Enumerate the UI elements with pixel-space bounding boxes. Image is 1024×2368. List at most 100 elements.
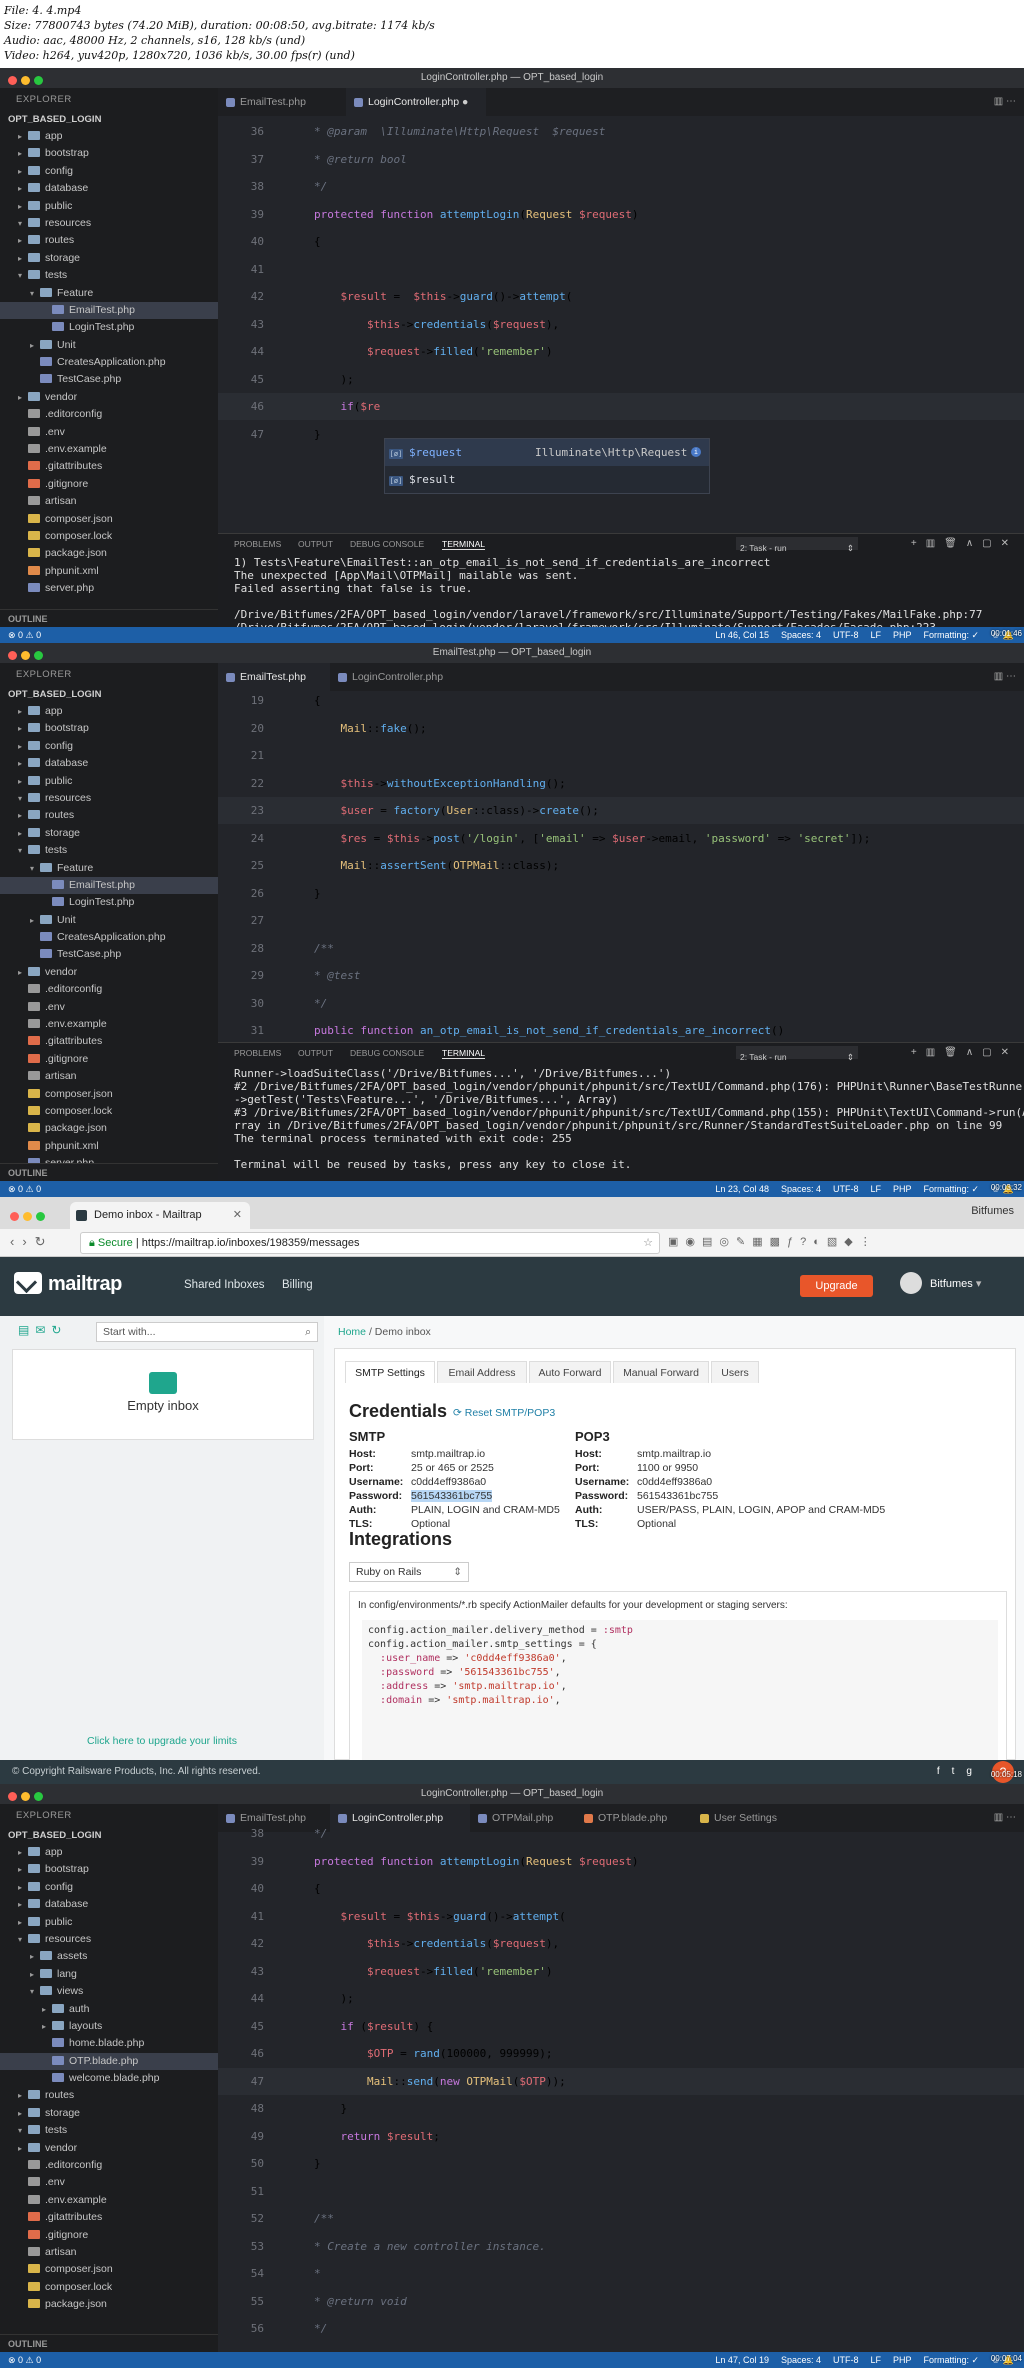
tree-item[interactable]: .gitignore bbox=[0, 476, 218, 493]
status-item[interactable]: Formatting: ✓ bbox=[924, 2355, 980, 2365]
close-window-button[interactable] bbox=[8, 651, 17, 660]
tree-item[interactable]: ▸ app bbox=[0, 703, 218, 720]
tree-item[interactable]: ▾ tests bbox=[0, 842, 218, 859]
breadcrumb-home[interactable]: Home bbox=[338, 1326, 366, 1338]
code-line[interactable]: 38 */ bbox=[218, 173, 1024, 200]
code-line[interactable]: 43 $request->filled('remember') bbox=[218, 1958, 1024, 1985]
extension-icons[interactable]: ▣◉▤◎✎▦▩ƒ?◐▧◆⋮ bbox=[668, 1235, 878, 1248]
maximize-window-button[interactable] bbox=[34, 1792, 43, 1801]
code-line[interactable]: 45 if ($result) { bbox=[218, 2013, 1024, 2040]
tree-item[interactable]: .env.example bbox=[0, 441, 218, 458]
code-line[interactable]: 37 * @return bool bbox=[218, 146, 1024, 173]
tree-item[interactable]: ▸ config bbox=[0, 1879, 218, 1896]
task-select[interactable]: 2: Task - run ⇕ bbox=[736, 537, 858, 553]
tree-item[interactable]: ▸ vendor bbox=[0, 389, 218, 406]
tree-item[interactable]: CreatesApplication.php bbox=[0, 929, 218, 946]
status-item[interactable]: Spaces: 4 bbox=[781, 630, 821, 640]
terminal-output[interactable]: Runner->loadSuiteClass('/Drive/Bitfumes.… bbox=[234, 1067, 1024, 1171]
tree-item[interactable]: .env bbox=[0, 424, 218, 441]
tree-item[interactable]: ▸ vendor bbox=[0, 964, 218, 981]
minimize-window-button[interactable] bbox=[21, 76, 30, 85]
tab-terminal[interactable]: TERMINAL bbox=[442, 1048, 485, 1059]
status-item[interactable]: PHP bbox=[893, 630, 912, 640]
status-item[interactable]: Spaces: 4 bbox=[781, 1184, 821, 1194]
status-item[interactable]: Ln 47, Col 19 bbox=[715, 2355, 769, 2365]
tree-item[interactable]: TestCase.php bbox=[0, 371, 218, 388]
tree-item[interactable]: ▸ routes bbox=[0, 2087, 218, 2104]
code-line[interactable]: 54 * bbox=[218, 2260, 1024, 2287]
tree-item[interactable]: ▸ config bbox=[0, 163, 218, 180]
tree-item[interactable]: ▸ database bbox=[0, 180, 218, 197]
problems-count[interactable]: ⊗ 0 ⚠ 0 bbox=[8, 1181, 41, 1197]
code-line[interactable]: 56 */ bbox=[218, 2315, 1024, 2342]
outline-section[interactable]: OUTLINE bbox=[0, 609, 218, 627]
tree-item[interactable]: ▸ storage bbox=[0, 2105, 218, 2122]
status-item[interactable]: Ln 23, Col 48 bbox=[715, 1184, 769, 1194]
code-line[interactable]: 55 * @return void bbox=[218, 2288, 1024, 2315]
tree-item[interactable]: package.json bbox=[0, 545, 218, 562]
code-line[interactable]: 31 public function an_otp_email_is_not_se… bbox=[218, 1017, 1024, 1044]
upgrade-limits-link[interactable]: Click here to upgrade your limits bbox=[0, 1735, 324, 1747]
tree-item[interactable]: composer.lock bbox=[0, 2279, 218, 2296]
reset-credentials-link[interactable]: ⟳ Reset SMTP/POP3 bbox=[453, 1407, 555, 1419]
tree-item[interactable]: package.json bbox=[0, 2296, 218, 2313]
problems-count[interactable]: ⊗ 0 ⚠ 0 bbox=[8, 627, 41, 643]
project-root[interactable]: OPT_BASED_LOGIN bbox=[0, 1828, 218, 1844]
tab-debug-console[interactable]: DEBUG CONSOLE bbox=[350, 539, 424, 549]
status-item[interactable]: LF bbox=[871, 1184, 882, 1194]
nav-shared-inboxes[interactable]: Shared Inboxes bbox=[184, 1279, 265, 1291]
address-bar[interactable]: 🔒︎ Secure | https://mailtrap.io/inboxes/… bbox=[80, 1232, 660, 1254]
panel-action-icons[interactable]: +▥🗑∧▢✕ bbox=[911, 538, 1018, 549]
social-icons[interactable]: ftg bbox=[937, 1760, 984, 1784]
status-item[interactable]: Formatting: ✓ bbox=[924, 630, 980, 640]
tree-item[interactable]: .env.example bbox=[0, 2192, 218, 2209]
tree-item[interactable]: ▸ assets bbox=[0, 1948, 218, 1965]
status-item[interactable]: Formatting: ✓ bbox=[924, 1184, 980, 1194]
tree-item[interactable]: .gitignore bbox=[0, 2227, 218, 2244]
tree-item[interactable]: ▸ config bbox=[0, 738, 218, 755]
tree-item[interactable]: LoginTest.php bbox=[0, 894, 218, 911]
code-line[interactable]: 49 return $result; bbox=[218, 2123, 1024, 2150]
tree-item[interactable]: ▾ resources bbox=[0, 1931, 218, 1948]
upgrade-button[interactable]: Upgrade bbox=[800, 1275, 873, 1297]
tree-item[interactable]: .env bbox=[0, 2174, 218, 2191]
status-item[interactable]: UTF-8 bbox=[833, 1184, 859, 1194]
code-line[interactable]: 41 $result = $this->guard()->attempt( bbox=[218, 1903, 1024, 1930]
nav-billing[interactable]: Billing bbox=[282, 1279, 313, 1291]
code-line[interactable]: 42 $this->credentials($request), bbox=[218, 1930, 1024, 1957]
status-item[interactable]: PHP bbox=[893, 1184, 912, 1194]
status-item[interactable]: UTF-8 bbox=[833, 2355, 859, 2365]
code-line[interactable]: 45 ); bbox=[218, 366, 1024, 393]
tree-item[interactable]: composer.json bbox=[0, 1086, 218, 1103]
chrome-profile[interactable]: Bitfumes bbox=[971, 1205, 1014, 1217]
tree-item[interactable]: ▸ Unit bbox=[0, 912, 218, 929]
code-line[interactable]: 23 $user = factory(User::class)->create(… bbox=[218, 797, 1024, 824]
tree-item[interactable]: artisan bbox=[0, 493, 218, 510]
code-line[interactable]: 46 if($re bbox=[218, 393, 1024, 420]
task-select[interactable]: 2: Task - run ⇕ bbox=[736, 1046, 858, 1062]
code-line[interactable]: 47 Mail::send(new OTPMail($OTP)); bbox=[218, 2067, 1024, 2095]
code-line[interactable]: 51 bbox=[218, 2178, 1024, 2205]
code-line[interactable]: 46 $OTP = rand(100000, 999999); bbox=[218, 2040, 1024, 2067]
close-window-button[interactable] bbox=[8, 76, 17, 85]
tree-item[interactable]: ▸ auth bbox=[0, 2001, 218, 2018]
tree-item[interactable]: ▸ storage bbox=[0, 825, 218, 842]
code-line[interactable]: 27 bbox=[218, 907, 1024, 934]
code-line[interactable]: 48 } bbox=[218, 2095, 1024, 2122]
tree-item[interactable]: ▸ vendor bbox=[0, 2140, 218, 2157]
code-line[interactable]: 41 bbox=[218, 256, 1024, 283]
mailtrap-logo[interactable]: mailtrap bbox=[14, 1272, 122, 1296]
tree-item[interactable]: .editorconfig bbox=[0, 2157, 218, 2174]
tree-item[interactable]: LoginTest.php bbox=[0, 319, 218, 336]
close-window-button[interactable] bbox=[10, 1212, 19, 1221]
tree-item[interactable]: home.blade.php bbox=[0, 2035, 218, 2052]
tree-item[interactable]: ▸ bootstrap bbox=[0, 145, 218, 162]
maximize-window-button[interactable] bbox=[34, 76, 43, 85]
tree-item[interactable]: ▸ bootstrap bbox=[0, 720, 218, 737]
tree-item[interactable]: TestCase.php bbox=[0, 946, 218, 963]
tree-item[interactable]: ▸ routes bbox=[0, 807, 218, 824]
tree-item[interactable]: ▸ public bbox=[0, 198, 218, 215]
status-item[interactable]: LF bbox=[871, 2355, 882, 2365]
code-line[interactable]: 43 $this->credentials($request), bbox=[218, 311, 1024, 338]
status-item[interactable]: PHP bbox=[893, 2355, 912, 2365]
